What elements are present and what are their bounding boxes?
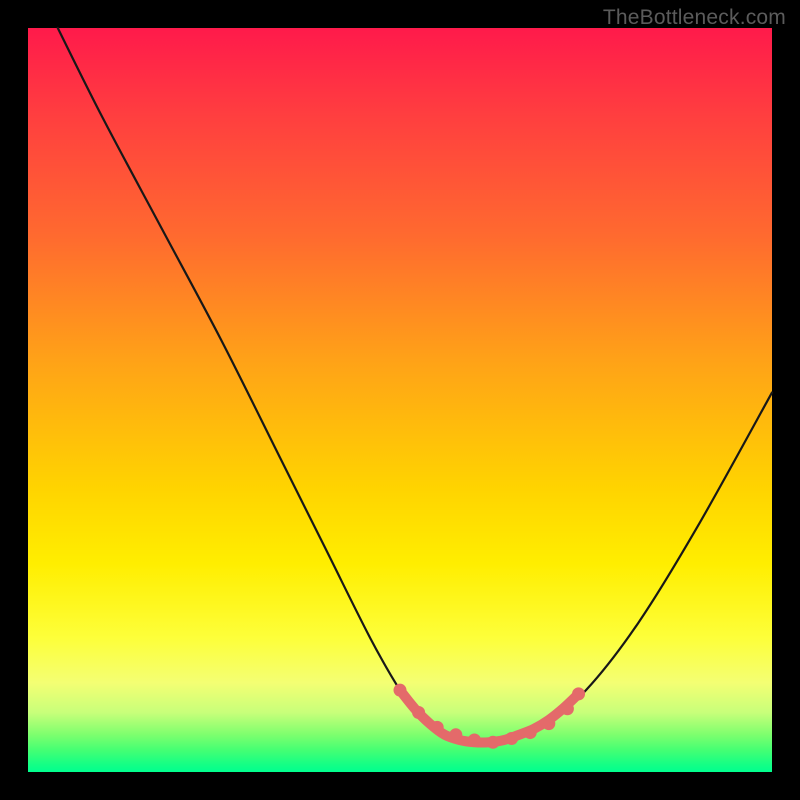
chart-svg	[28, 28, 772, 772]
trough-dot	[542, 717, 555, 730]
trough-dot	[561, 702, 574, 715]
trough-dot	[431, 721, 444, 734]
trough-dot	[572, 687, 585, 700]
chart-canvas: TheBottleneck.com	[0, 0, 800, 800]
trough-accent	[400, 690, 579, 742]
plot-area	[28, 28, 772, 772]
trough-dot	[505, 732, 518, 745]
trough-dot	[487, 736, 500, 749]
trough-dot	[394, 684, 407, 697]
trough-dot	[449, 728, 462, 741]
trough-dot	[524, 726, 537, 739]
trough-dot	[412, 706, 425, 719]
bottleneck-curve	[58, 28, 772, 743]
watermark-text: TheBottleneck.com	[603, 6, 786, 30]
trough-dot	[468, 734, 481, 747]
